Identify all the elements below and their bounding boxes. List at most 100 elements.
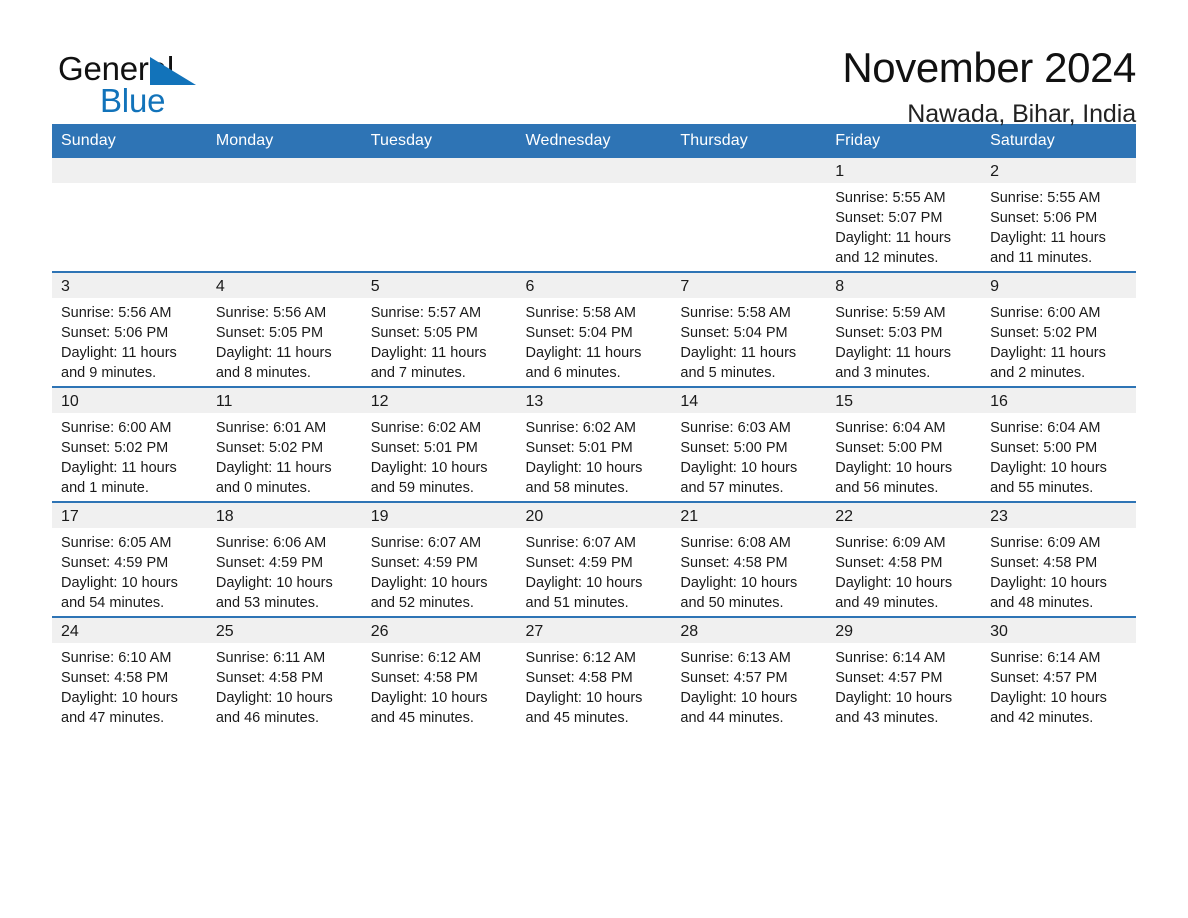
day-number: 10 xyxy=(52,388,207,413)
calendar-day-cell[interactable]: 3 Sunrise: 5:56 AM Sunset: 5:06 PM Daylight… xyxy=(52,271,207,387)
sunset-text: Sunset: 5:04 PM xyxy=(680,325,788,341)
calendar-cell-empty xyxy=(361,158,517,272)
day-number: 8 xyxy=(826,273,982,298)
sunrise-text: Sunrise: 6:04 AM xyxy=(835,420,946,436)
calendar-day-cell[interactable]: 25 Sunrise: 6:11 AM Sunset: 4:58 PM Dayligh… xyxy=(206,616,362,731)
day-number: 26 xyxy=(361,618,517,643)
day-details: Sunrise: 6:12 AM Sunset: 4:58 PM Daylight:… xyxy=(517,643,672,728)
calendar-day-cell[interactable]: 13 Sunrise: 6:02 AM Sunset: 5:01 PM Dayligh… xyxy=(516,386,672,502)
sunset-text: Sunset: 4:58 PM xyxy=(835,555,943,571)
day-number xyxy=(206,158,362,183)
calendar-week-row: 3 Sunrise: 5:56 AM Sunset: 5:06 PM Daylight… xyxy=(52,271,1136,387)
daylight-text: Daylight: 11 hours and 5 minutes. xyxy=(680,345,797,381)
calendar-day-cell[interactable]: 29 Sunrise: 6:14 AM Sunset: 4:57 PM Dayligh… xyxy=(826,616,982,731)
day-number: 30 xyxy=(981,618,1136,643)
daylight-text: Daylight: 10 hours and 45 minutes. xyxy=(370,690,488,726)
day-details: Sunrise: 5:59 AM Sunset: 5:03 PM Daylight:… xyxy=(826,298,981,383)
sunset-text: Sunset: 5:04 PM xyxy=(525,325,633,341)
day-number: 16 xyxy=(981,388,1136,413)
sunrise-text: Sunrise: 6:12 AM xyxy=(370,650,482,666)
day-number: 6 xyxy=(516,273,672,298)
daylight-text: Daylight: 11 hours and 7 minutes. xyxy=(370,345,487,381)
daylight-text: Daylight: 10 hours and 53 minutes. xyxy=(215,575,333,611)
calendar-day-cell[interactable]: 20 Sunrise: 6:07 AM Sunset: 4:59 PM Dayligh… xyxy=(516,501,672,617)
sunset-text: Sunset: 4:57 PM xyxy=(680,670,788,686)
calendar-day-cell[interactable]: 28 Sunrise: 6:13 AM Sunset: 4:57 PM Dayligh… xyxy=(671,616,827,731)
daylight-text: Daylight: 10 hours and 55 minutes. xyxy=(990,460,1107,496)
day-number: 15 xyxy=(826,388,982,413)
sunset-text: Sunset: 5:02 PM xyxy=(990,325,1098,341)
sunset-text: Sunset: 5:00 PM xyxy=(680,440,788,456)
calendar-day-cell[interactable]: 24 Sunrise: 6:10 AM Sunset: 4:58 PM Dayligh… xyxy=(52,616,207,731)
calendar-day-cell[interactable]: 19 Sunrise: 6:07 AM Sunset: 4:59 PM Dayligh… xyxy=(361,501,517,617)
brand-logo[interactable]: General Blue xyxy=(52,44,252,124)
calendar-page: General Blue November 2024 Nawada, Bihar… xyxy=(0,0,1188,918)
day-number: 1 xyxy=(826,158,982,183)
brand-name-blue: Blue xyxy=(100,82,166,119)
sunrise-text: Sunrise: 6:13 AM xyxy=(680,650,791,666)
calendar-day-cell[interactable]: 26 Sunrise: 6:12 AM Sunset: 4:58 PM Dayligh… xyxy=(361,616,517,731)
calendar-day-cell[interactable]: 16 Sunrise: 6:04 AM Sunset: 5:00 PM Dayligh… xyxy=(981,386,1136,502)
calendar-day-cell[interactable]: 1 Sunrise: 5:55 AM Sunset: 5:07 PM Daylight… xyxy=(826,158,982,272)
calendar-day-cell[interactable]: 2 Sunrise: 5:55 AM Sunset: 5:06 PM Daylight… xyxy=(981,158,1136,272)
weekday-header-tuesday: Tuesday xyxy=(361,124,517,158)
daylight-text: Daylight: 11 hours and 2 minutes. xyxy=(990,345,1106,381)
day-number: 20 xyxy=(516,503,672,528)
sunrise-text: Sunrise: 5:56 AM xyxy=(61,305,172,321)
sunset-text: Sunset: 4:58 PM xyxy=(61,670,169,686)
daylight-text: Daylight: 11 hours and 8 minutes. xyxy=(215,345,332,381)
sunset-text: Sunset: 4:59 PM xyxy=(370,555,478,571)
sunrise-text: Sunrise: 6:00 AM xyxy=(990,305,1101,321)
calendar-day-cell[interactable]: 6 Sunrise: 5:58 AM Sunset: 5:04 PM Daylight… xyxy=(516,271,672,387)
daylight-text: Daylight: 10 hours and 50 minutes. xyxy=(680,575,798,611)
sunset-text: Sunset: 4:58 PM xyxy=(525,670,633,686)
daylight-text: Daylight: 10 hours and 51 minutes. xyxy=(525,575,643,611)
calendar-day-cell[interactable]: 17 Sunrise: 6:05 AM Sunset: 4:59 PM Dayligh… xyxy=(52,501,207,617)
daylight-text: Daylight: 11 hours and 12 minutes. xyxy=(835,230,952,266)
daylight-text: Daylight: 10 hours and 45 minutes. xyxy=(525,690,643,726)
calendar-day-cell[interactable]: 12 Sunrise: 6:02 AM Sunset: 5:01 PM Dayligh… xyxy=(361,386,517,502)
weekday-header-wednesday: Wednesday xyxy=(516,124,672,158)
sunrise-text: Sunrise: 6:09 AM xyxy=(990,535,1101,551)
day-details: Sunrise: 6:14 AM Sunset: 4:57 PM Daylight:… xyxy=(981,643,1136,728)
daylight-text: Daylight: 10 hours and 49 minutes. xyxy=(835,575,953,611)
calendar-day-cell[interactable]: 8 Sunrise: 5:59 AM Sunset: 5:03 PM Daylight… xyxy=(826,271,982,387)
day-details: Sunrise: 6:09 AM Sunset: 4:58 PM Daylight:… xyxy=(826,528,981,613)
calendar-day-cell[interactable]: 15 Sunrise: 6:04 AM Sunset: 5:00 PM Dayligh… xyxy=(826,386,982,502)
sunrise-text: Sunrise: 6:05 AM xyxy=(61,535,172,551)
daylight-text: Daylight: 11 hours and 11 minutes. xyxy=(990,230,1106,266)
calendar-day-cell[interactable]: 4 Sunrise: 5:56 AM Sunset: 5:05 PM Daylight… xyxy=(206,271,362,387)
daylight-text: Daylight: 10 hours and 47 minutes. xyxy=(61,690,178,726)
day-number: 7 xyxy=(671,273,827,298)
sunrise-text: Sunrise: 5:56 AM xyxy=(215,305,327,321)
sunset-text: Sunset: 4:57 PM xyxy=(835,670,943,686)
day-number: 29 xyxy=(826,618,982,643)
calendar-cell-empty xyxy=(206,158,362,272)
calendar-day-cell[interactable]: 23 Sunrise: 6:09 AM Sunset: 4:58 PM Dayligh… xyxy=(981,501,1136,617)
day-number: 24 xyxy=(52,618,207,643)
calendar-day-cell[interactable]: 10 Sunrise: 6:00 AM Sunset: 5:02 PM Dayligh… xyxy=(52,386,207,502)
calendar-day-cell[interactable]: 21 Sunrise: 6:08 AM Sunset: 4:58 PM Dayligh… xyxy=(671,501,827,617)
day-details: Sunrise: 6:03 AM Sunset: 5:00 PM Daylight:… xyxy=(671,413,826,498)
calendar-body: 1 Sunrise: 5:55 AM Sunset: 5:07 PM Daylight… xyxy=(52,158,1136,731)
calendar-day-cell[interactable]: 9 Sunrise: 6:00 AM Sunset: 5:02 PM Daylight… xyxy=(981,271,1136,387)
calendar-day-cell[interactable]: 7 Sunrise: 5:58 AM Sunset: 5:04 PM Daylight… xyxy=(671,271,827,387)
calendar-day-cell[interactable]: 18 Sunrise: 6:06 AM Sunset: 4:59 PM Dayligh… xyxy=(206,501,362,617)
day-number: 14 xyxy=(671,388,827,413)
day-number: 3 xyxy=(52,273,207,298)
sunrise-sunset-calendar: Sunday Monday Tuesday Wednesday Thursday… xyxy=(52,124,1136,731)
sunset-text: Sunset: 5:02 PM xyxy=(61,440,169,456)
sunset-text: Sunset: 5:01 PM xyxy=(525,440,633,456)
calendar-day-cell[interactable]: 11 Sunrise: 6:01 AM Sunset: 5:02 PM Dayligh… xyxy=(206,386,362,502)
day-number: 2 xyxy=(981,158,1136,183)
calendar-day-cell[interactable]: 30 Sunrise: 6:14 AM Sunset: 4:57 PM Dayligh… xyxy=(981,616,1136,731)
sunrise-text: Sunrise: 6:02 AM xyxy=(525,420,636,436)
sunrise-text: Sunrise: 6:09 AM xyxy=(835,535,946,551)
calendar-day-cell[interactable]: 27 Sunrise: 6:12 AM Sunset: 4:58 PM Dayligh… xyxy=(516,616,672,731)
calendar-day-cell[interactable]: 5 Sunrise: 5:57 AM Sunset: 5:05 PM Daylight… xyxy=(361,271,517,387)
calendar-cell-empty xyxy=(52,158,207,272)
sunset-text: Sunset: 4:58 PM xyxy=(680,555,788,571)
calendar-day-cell[interactable]: 22 Sunrise: 6:09 AM Sunset: 4:58 PM Dayligh… xyxy=(826,501,982,617)
calendar-day-cell[interactable]: 14 Sunrise: 6:03 AM Sunset: 5:00 PM Dayligh… xyxy=(671,386,827,502)
sunrise-text: Sunrise: 6:07 AM xyxy=(370,535,482,551)
